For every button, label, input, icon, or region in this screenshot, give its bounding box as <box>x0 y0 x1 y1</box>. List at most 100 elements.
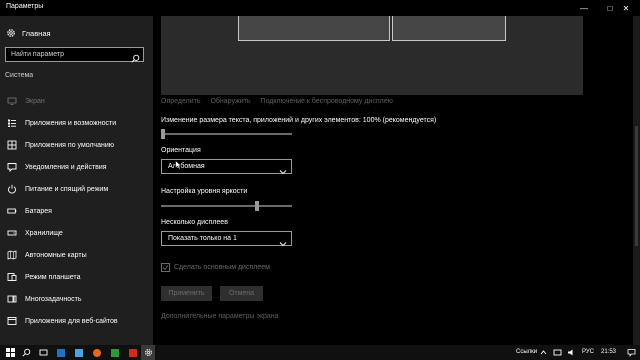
taskbar-app-2[interactable] <box>72 345 86 360</box>
search-input[interactable]: Найти параметр <box>5 47 144 63</box>
sidebar-item-label: Режим планшета <box>25 273 81 281</box>
gear-icon <box>6 28 16 38</box>
sidebar-item-notifications[interactable]: Уведомления и действия <box>0 157 153 177</box>
main-display-checkbox[interactable]: Сделать основным дисплеем <box>161 262 270 272</box>
checkmark-icon <box>161 262 170 272</box>
task-view-icon <box>39 349 47 356</box>
multi-display-dropdown[interactable]: Показать только на 1 <box>161 231 292 247</box>
sidebar-item-offline-maps[interactable]: Автономные карты <box>0 245 153 265</box>
cancel-button[interactable]: Отмена <box>220 286 263 301</box>
sidebar-item-label: Приложения для веб-сайтов <box>25 317 118 325</box>
tray-network[interactable] <box>550 345 564 360</box>
chevron-down-icon <box>279 235 287 247</box>
battery-icon <box>7 206 17 216</box>
sidebar-item-label: Многозадачность <box>25 295 82 303</box>
close-button[interactable]: ✕ <box>612 0 640 16</box>
search-placeholder: Найти параметр <box>11 51 64 58</box>
multi-display-label: Несколько дисплеев <box>161 219 228 226</box>
taskbar: Ссылки РУС 21:53 <box>0 345 640 360</box>
taskbar-app-3[interactable] <box>90 345 104 360</box>
main-display-checkbox-label: Сделать основным дисплеем <box>174 263 270 271</box>
sidebar-item-default-apps[interactable]: Приложения по умолчанию <box>0 135 153 155</box>
advanced-display-settings-link[interactable]: Дополнительные параметры экрана <box>161 313 279 320</box>
action-center-icon <box>627 349 635 357</box>
language-indicator[interactable]: РУС <box>582 349 594 355</box>
detect-link[interactable]: Обнаружить <box>210 98 250 105</box>
app-green-icon <box>111 348 119 357</box>
default-apps-icon <box>7 140 17 150</box>
search-icon <box>21 348 30 357</box>
tablet-mode-icon <box>7 272 17 282</box>
clock[interactable]: 21:53 <box>601 349 616 355</box>
title-bar: Параметры — □ ✕ <box>0 0 640 16</box>
minimize-button[interactable]: — <box>570 0 598 16</box>
scrollbar[interactable] <box>633 16 640 345</box>
display-links: Определить Обнаружить Подключение к бесп… <box>161 98 403 105</box>
wireless-display-link[interactable]: Подключение к беспроводному дисплею <box>261 98 393 105</box>
power-icon <box>7 184 17 194</box>
mouse-cursor-icon <box>175 157 183 175</box>
display-arrangement-preview <box>161 16 583 95</box>
sidebar-item-label: Автономные карты <box>25 251 87 259</box>
chevron-down-icon <box>279 163 287 175</box>
start-button[interactable] <box>3 345 17 360</box>
monitor-2-tile[interactable] <box>392 16 506 41</box>
sidebar-item-tablet-mode[interactable]: Режим планшета <box>0 267 153 287</box>
brightness-slider[interactable] <box>161 201 292 211</box>
apply-button[interactable]: Применить <box>161 286 212 301</box>
section-title-system: Система <box>5 72 34 79</box>
home-label: Главная <box>22 28 51 38</box>
task-view-button[interactable] <box>36 345 50 360</box>
taskbar-app-1[interactable] <box>54 345 68 360</box>
app-red-icon <box>129 348 137 357</box>
identify-link[interactable]: Определить <box>161 98 200 105</box>
brightness-label: Настройка уровня яркости <box>161 188 248 195</box>
multitasking-icon <box>7 294 17 304</box>
sidebar-item-battery[interactable]: Батарея <box>0 201 153 221</box>
tray-chevron[interactable] <box>536 345 550 360</box>
apps-list-icon <box>7 118 17 128</box>
sidebar-item-label: Батарея <box>25 207 52 215</box>
window-title: Параметры <box>6 3 44 10</box>
sidebar-item-multitasking[interactable]: Многозадачность <box>0 289 153 309</box>
taskbar-search-button[interactable] <box>19 345 33 360</box>
taskbar-app-4[interactable] <box>108 345 122 360</box>
action-center-button[interactable] <box>624 345 638 360</box>
chevron-up-icon <box>540 350 546 355</box>
sidebar-item-label: Экран <box>25 97 45 105</box>
sidebar-item-label: Приложения и возможности <box>25 119 117 127</box>
storage-icon <box>7 228 17 238</box>
taskbar-settings[interactable] <box>141 345 155 360</box>
scale-slider[interactable] <box>161 129 292 139</box>
web-apps-icon <box>7 316 17 326</box>
sidebar-item-display[interactable]: Экран <box>0 91 153 111</box>
scale-slider-track <box>161 133 292 135</box>
main-content: Определить Обнаружить Подключение к бесп… <box>153 16 640 345</box>
sidebar: Главная Найти параметр Система Экран При… <box>0 16 153 345</box>
monitor-icon <box>7 96 17 106</box>
close-icon: ✕ <box>622 3 630 13</box>
search-icon[interactable] <box>131 50 140 63</box>
firefox-icon <box>93 348 101 357</box>
orientation-label: Ориентация <box>161 147 201 154</box>
scrollbar-thumb[interactable] <box>635 126 638 246</box>
windows-logo-icon <box>5 348 15 357</box>
sidebar-item-label: Приложения по умолчанию <box>25 141 114 149</box>
sidebar-item-web-apps[interactable]: Приложения для веб-сайтов <box>0 311 153 331</box>
orientation-value: Альбомная <box>168 163 205 170</box>
home-link[interactable]: Главная <box>6 26 51 40</box>
offline-maps-icon <box>7 250 17 260</box>
minimize-icon: — <box>580 3 588 13</box>
monitor-1-tile[interactable] <box>238 16 390 41</box>
brightness-slider-thumb[interactable] <box>255 201 259 211</box>
sidebar-item-label: Уведомления и действия <box>25 163 107 171</box>
tray-volume[interactable] <box>564 345 578 360</box>
brightness-slider-track <box>161 205 292 207</box>
scale-slider-thumb[interactable] <box>161 129 165 139</box>
notifications-icon <box>7 162 17 172</box>
sidebar-item-storage[interactable]: Хранилище <box>0 223 153 243</box>
taskbar-app-5[interactable] <box>126 345 140 360</box>
links-toolbar-label[interactable]: Ссылки <box>516 349 537 355</box>
sidebar-item-power-sleep[interactable]: Питание и спящий режим <box>0 179 153 199</box>
sidebar-item-apps-features[interactable]: Приложения и возможности <box>0 113 153 133</box>
